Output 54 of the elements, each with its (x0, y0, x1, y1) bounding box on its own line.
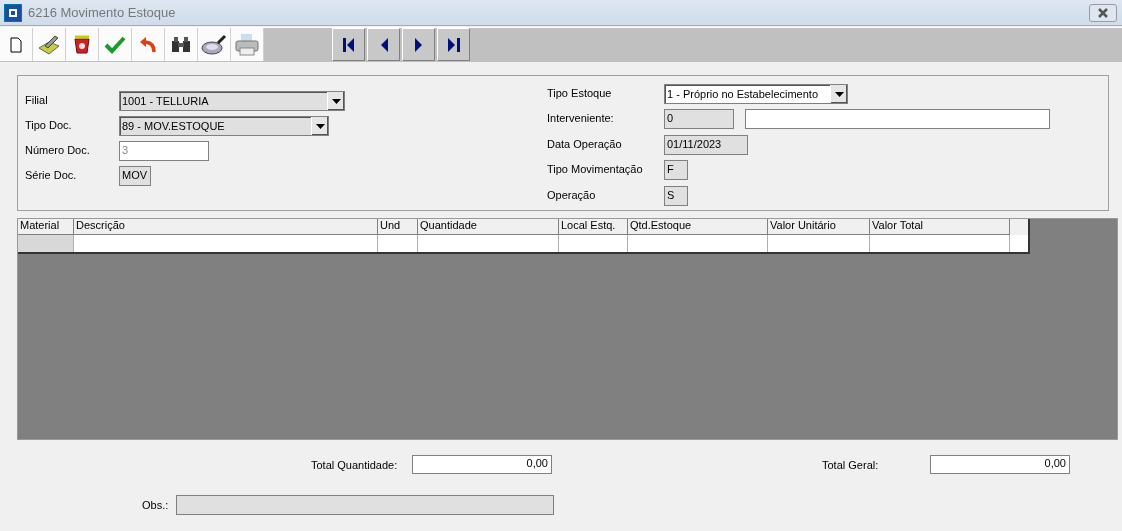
field-label: Tipo Movimentação (547, 162, 644, 176)
field-label: Tipo Estoque (547, 86, 613, 99)
printer-icon (234, 32, 260, 57)
total-field[interactable]: 0,00 (930, 455, 1070, 474)
magnifier-button[interactable] (198, 28, 231, 61)
input-field[interactable]: 01/11/2023 (664, 134, 748, 155)
obs-label: Obs.: (142, 499, 170, 511)
bin-icon (72, 33, 92, 56)
checkmark-icon (104, 34, 126, 55)
input-field[interactable] (745, 109, 1050, 130)
dropdown[interactable]: 1 - Próprio no Estabelecimento (664, 84, 848, 104)
app-logo-icon (4, 3, 22, 22)
previous-record-button[interactable] (367, 28, 400, 61)
caret-icon (834, 91, 844, 97)
binoculars-icon (170, 35, 192, 54)
caret-icon (315, 123, 325, 129)
last-record-button[interactable] (437, 28, 470, 61)
binoculars-button[interactable] (165, 28, 198, 61)
input-field[interactable]: 0 (664, 109, 734, 130)
next-record-button[interactable] (402, 28, 435, 61)
table-cell (18, 235, 74, 252)
caret-icon (331, 98, 341, 104)
close-icon (1097, 7, 1109, 18)
new-document-button[interactable] (0, 28, 33, 61)
pen-on-pad-icon (37, 33, 61, 56)
close-button[interactable] (1089, 3, 1117, 22)
field-label: Filial (25, 93, 49, 106)
trash-button[interactable] (66, 28, 99, 61)
field-label: Série Doc. (25, 168, 78, 181)
input-field[interactable]: MOV (119, 166, 151, 186)
total-label: Total Geral: (822, 458, 880, 471)
edit-button[interactable] (33, 28, 66, 61)
last-icon (446, 36, 461, 53)
obs-field[interactable] (176, 495, 554, 515)
input-field[interactable]: 3 (119, 141, 209, 161)
undo-arrow-icon (138, 34, 158, 55)
field-label: Data Operação (547, 136, 623, 150)
field-label: Interveniente: (547, 111, 615, 125)
field-label: Número Doc. (25, 143, 91, 156)
next-icon (413, 36, 424, 53)
first-icon (341, 36, 356, 53)
field-label: Operação (547, 187, 597, 201)
input-field[interactable]: S (664, 185, 688, 206)
window-title: 6216 Movimento Estoque (28, 5, 177, 20)
first-record-button[interactable] (332, 28, 365, 61)
undo-button[interactable] (132, 28, 165, 61)
input-field[interactable]: F (664, 160, 688, 181)
document-icon (9, 36, 23, 53)
total-label: Total Quantidade: (311, 458, 399, 471)
dropdown[interactable]: 89 - MOV.ESTOQUE (119, 116, 329, 136)
dropdown[interactable]: 1001 - TELLURIA (119, 91, 345, 111)
total-field[interactable]: 0,00 (412, 455, 552, 474)
checkmark-button[interactable] (99, 28, 132, 61)
field-label: Tipo Doc. (25, 118, 73, 131)
